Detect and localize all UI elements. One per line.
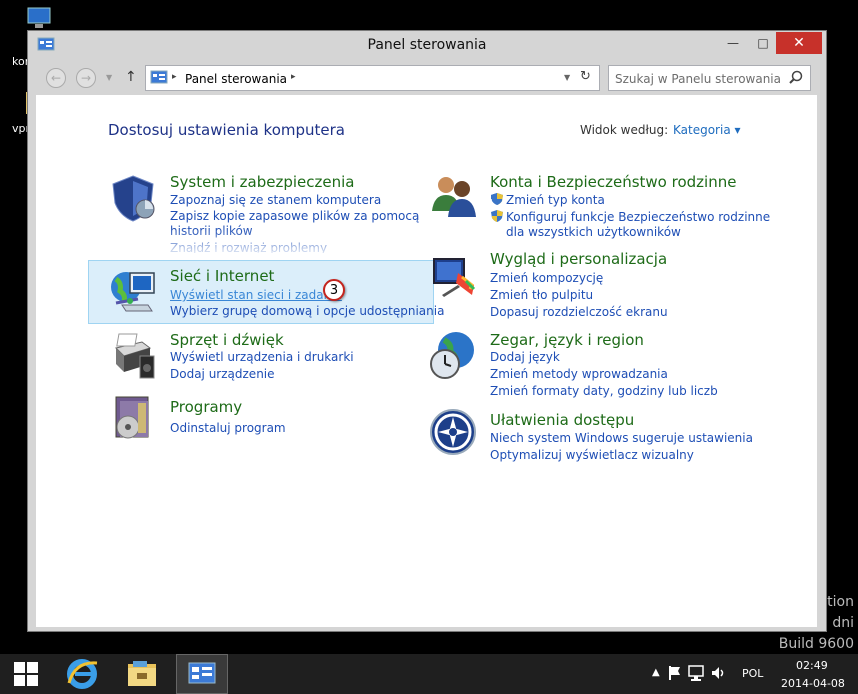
link-change-account-type[interactable]: Zmień typ konta	[506, 193, 605, 208]
recent-dropdown-icon[interactable]: ▼	[106, 73, 112, 82]
step-badge: 3	[323, 279, 345, 301]
printer-icon[interactable]	[108, 328, 158, 383]
control-panel-taskbar-button[interactable]	[176, 654, 228, 694]
link-optimize-display[interactable]: Optymalizuj wyświetlacz wizualny	[490, 448, 694, 463]
search-input[interactable]: Szukaj w Panelu sterowania	[608, 65, 811, 91]
link-devices-printers[interactable]: Wyświetl urządzenia i drukarki	[170, 350, 354, 365]
category-hardware-sound[interactable]: Sprzęt i dźwięk	[170, 331, 284, 349]
taskbar: ▲ POL 02:49 2014-04-08	[0, 654, 858, 694]
breadcrumb-separator-icon[interactable]: ▸	[172, 72, 177, 82]
link-family-safety[interactable]: dla wszystkich użytkowników	[506, 225, 681, 240]
internet-explorer-icon[interactable]	[56, 654, 108, 694]
file-explorer-icon[interactable]	[116, 654, 168, 694]
link-change-background[interactable]: Zmień tło pulpitu	[490, 288, 593, 303]
link-change-theme[interactable]: Zmień kompozycję	[490, 271, 603, 286]
category-system-security[interactable]: System i zabezpieczenia	[170, 173, 354, 191]
desktop-icon-label: kor	[12, 55, 30, 68]
navigation-bar: ← → ▼ ↑ ▸ Panel sterowania ▸ ▼ ↻ Szukaj …	[36, 65, 818, 95]
desktop-computer-icon[interactable]	[26, 6, 52, 33]
close-button[interactable]: ✕	[776, 32, 822, 54]
language-indicator[interactable]: POL	[742, 667, 763, 680]
watermark-line: Build 9600	[778, 636, 854, 652]
link-add-language[interactable]: Dodaj język	[490, 350, 560, 365]
minimize-button[interactable]: —	[720, 32, 746, 54]
control-panel-window: Panel sterowania — □ ✕ ← → ▼ ↑ ▸ Panel s…	[28, 31, 826, 631]
uac-shield-icon	[490, 192, 504, 209]
category-clock-language[interactable]: Zegar, język i region	[490, 331, 644, 349]
page-title: Dostosuj ustawienia komputera	[108, 121, 345, 139]
action-center-flag-icon[interactable]	[668, 665, 682, 684]
category-network-internet[interactable]: Sieć i Internet	[170, 267, 274, 285]
clock-date[interactable]: 2014-04-08	[781, 677, 845, 690]
link-homegroup[interactable]: Wybierz grupę domową i opcje udostępnian…	[170, 304, 444, 319]
window-title: Panel sterowania	[367, 37, 487, 53]
link-add-device[interactable]: Dodaj urządzenie	[170, 367, 275, 382]
link-network-status[interactable]: Wyświetl stan sieci i zadania	[170, 288, 342, 303]
search-icon[interactable]	[789, 70, 803, 87]
link-screen-resolution[interactable]: Dopasuj rozdzielczość ekranu	[490, 305, 668, 320]
content-pane: Dostosuj ustawienia komputera Widok wedł…	[36, 95, 817, 627]
address-dropdown-icon[interactable]: ▼	[564, 73, 570, 82]
address-bar[interactable]: ▸ Panel sterowania ▸ ▼ ↻	[145, 65, 600, 91]
link-file-history[interactable]: Zapisz kopie zapasowe plików za pomocą	[170, 209, 419, 224]
view-by-label: Widok według:	[580, 123, 669, 137]
view-by-dropdown[interactable]: Kategoria ▾	[673, 123, 741, 137]
breadcrumb-separator-icon[interactable]: ▸	[291, 72, 296, 82]
category-programs[interactable]: Programy	[170, 398, 242, 416]
shield-icon[interactable]	[108, 173, 158, 226]
category-appearance[interactable]: Wygląd i personalizacja	[490, 250, 667, 268]
up-button[interactable]: ↑	[125, 69, 137, 85]
maximize-button[interactable]: □	[750, 32, 776, 54]
category-accounts-family[interactable]: Konta i Bezpieczeństwo rodzinne	[490, 173, 736, 191]
refresh-icon[interactable]: ↻	[580, 69, 591, 84]
breadcrumb[interactable]: Panel sterowania	[185, 72, 287, 86]
show-hidden-icons[interactable]: ▲	[652, 667, 660, 678]
user-accounts-icon[interactable]	[428, 171, 480, 222]
category-ease-of-access[interactable]: Ułatwienia dostępu	[490, 411, 634, 429]
link-suggest-settings[interactable]: Niech system Windows sugeruje ustawienia	[490, 431, 753, 446]
programs-box-icon[interactable]	[108, 393, 158, 446]
link-family-safety[interactable]: Konfiguruj funkcje Bezpieczeństwo rodzin…	[506, 210, 770, 225]
ease-of-access-icon[interactable]	[428, 407, 478, 460]
back-button[interactable]: ←	[46, 68, 66, 88]
volume-icon[interactable]	[710, 665, 726, 684]
link-check-status[interactable]: Zapoznaj się ze stanem komputera	[170, 193, 381, 208]
uac-shield-icon	[490, 209, 504, 226]
link-file-history[interactable]: historii plików	[170, 224, 253, 239]
control-panel-icon	[150, 70, 168, 88]
link-input-methods[interactable]: Zmień metody wprowadzania	[490, 367, 668, 382]
clock-time[interactable]: 02:49	[796, 659, 828, 672]
network-globe-icon[interactable]	[108, 265, 158, 316]
network-icon[interactable]	[688, 665, 704, 684]
link-uninstall-program[interactable]: Odinstaluj program	[170, 421, 286, 436]
start-button[interactable]	[0, 654, 52, 694]
search-placeholder: Szukaj w Panelu sterowania	[615, 72, 781, 86]
forward-button[interactable]: →	[76, 68, 96, 88]
link-date-formats[interactable]: Zmień formaty daty, godziny lub liczb	[490, 384, 718, 399]
appearance-monitor-icon[interactable]	[428, 255, 478, 304]
clock-globe-icon[interactable]	[428, 330, 480, 385]
title-bar[interactable]: Panel sterowania — □ ✕	[28, 31, 826, 59]
